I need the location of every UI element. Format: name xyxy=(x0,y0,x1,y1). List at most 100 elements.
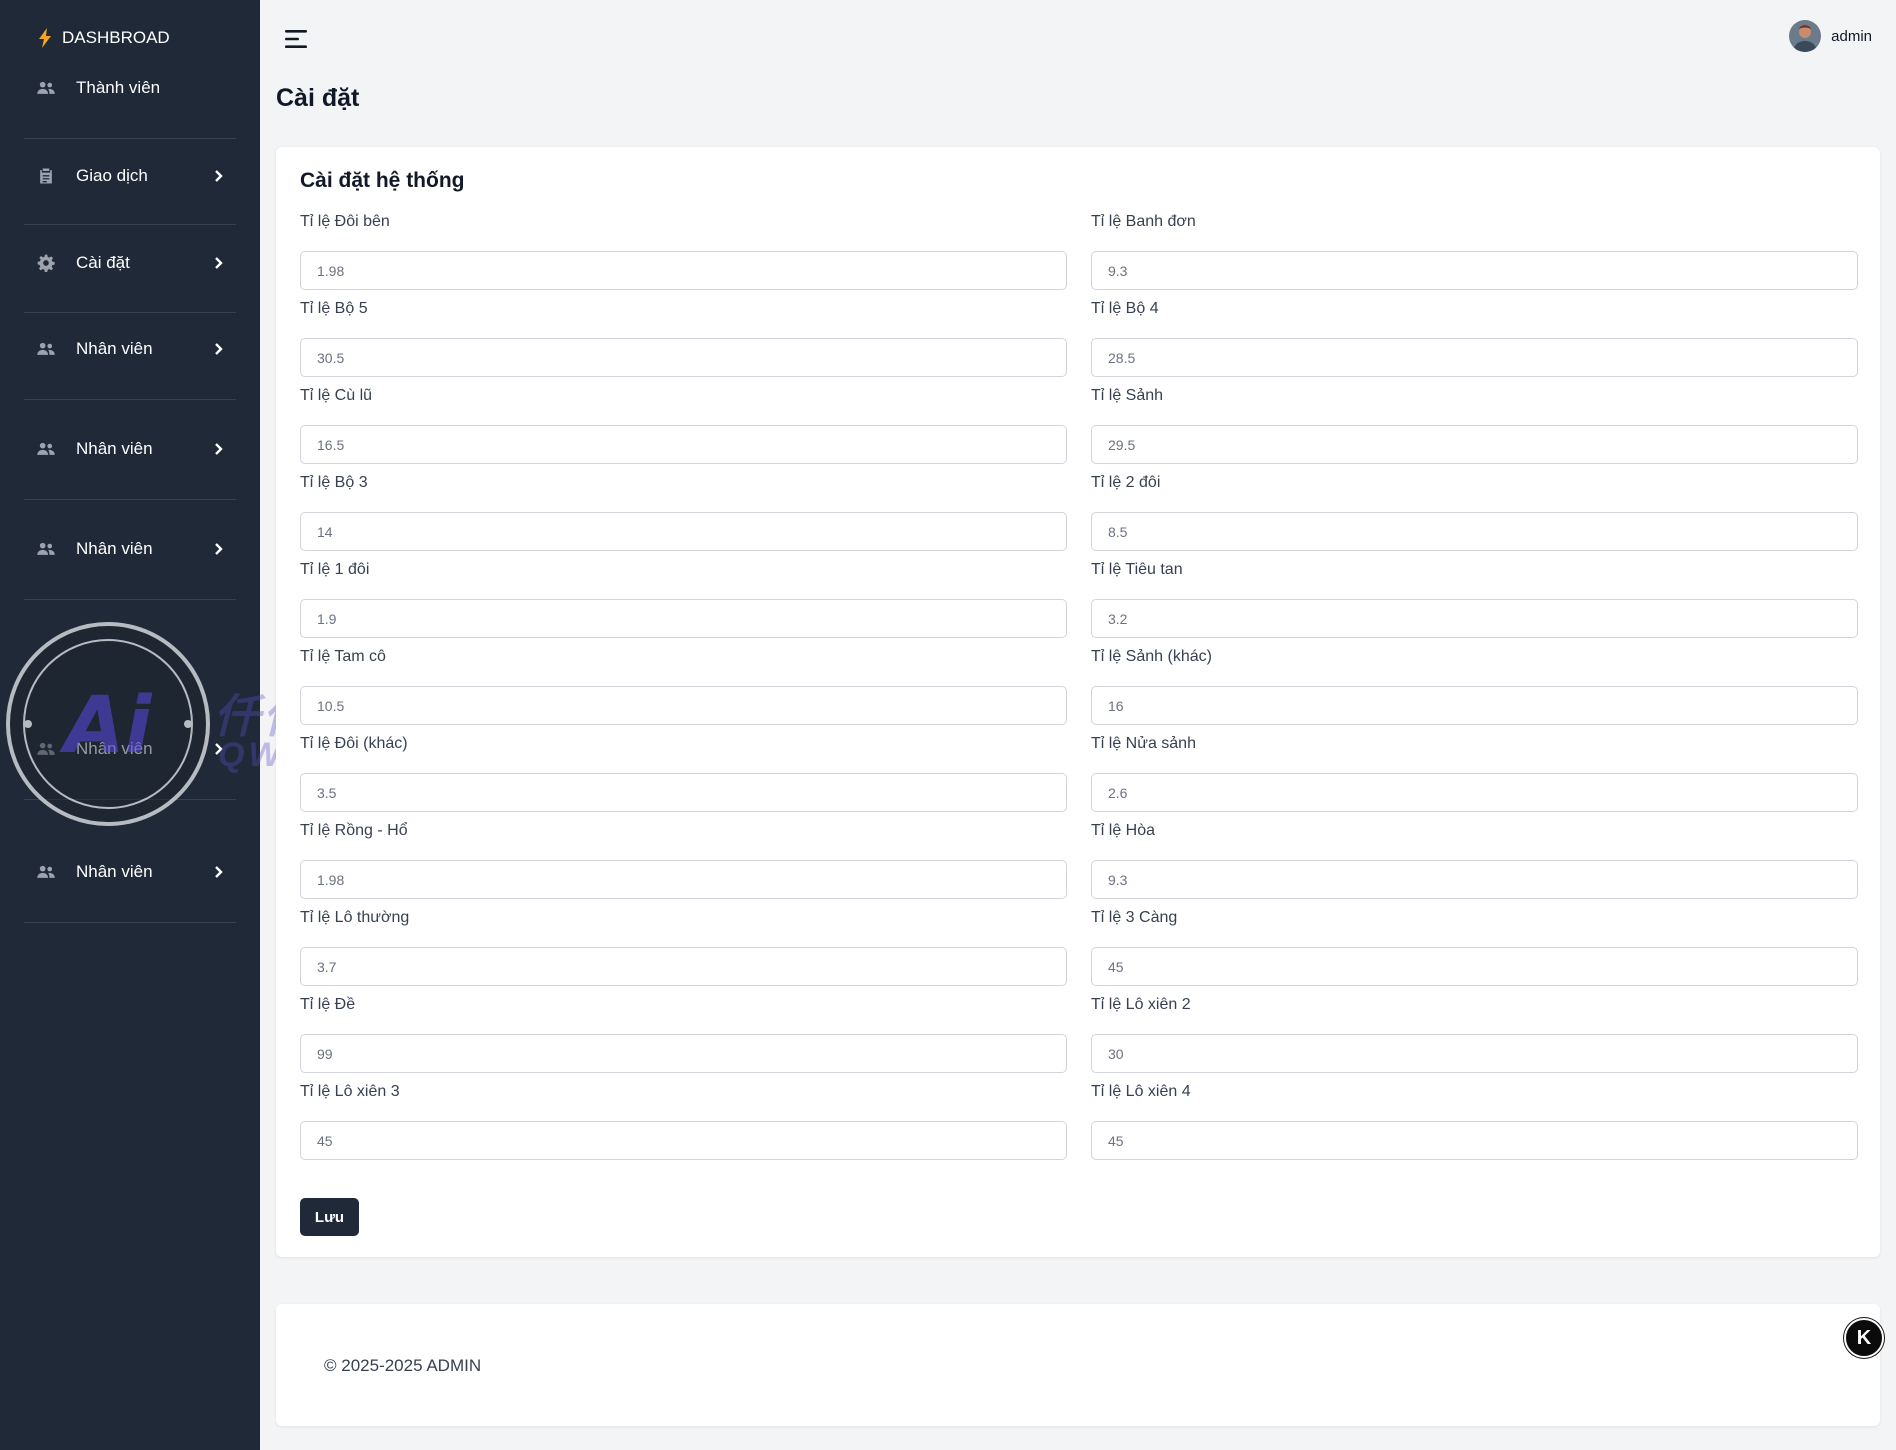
rate-input[interactable] xyxy=(300,860,1067,899)
settings-field: Tỉ lệ Đôi bên xyxy=(300,213,1067,290)
users-icon xyxy=(36,339,56,359)
chevron-right-icon xyxy=(210,864,226,880)
field-label: Tỉ lệ Đề xyxy=(300,996,356,1013)
sidebar-item-label: Thành viên xyxy=(76,78,161,97)
users-icon xyxy=(36,78,56,98)
sidebar-item-staff-1[interactable]: Nhân viên xyxy=(24,337,236,361)
footer-copyright: © 2025-2025 ADMIN xyxy=(324,1356,482,1375)
bolt-icon xyxy=(39,28,51,48)
field-label: Tỉ lệ Đôi bên xyxy=(300,213,390,230)
brand-label: DASHBROAD xyxy=(62,28,170,47)
rate-input[interactable] xyxy=(1091,1034,1858,1073)
rate-input[interactable] xyxy=(1091,512,1858,551)
settings-field: Tỉ lệ Banh đơn xyxy=(1091,213,1858,290)
rate-input[interactable] xyxy=(300,512,1067,551)
gear-icon xyxy=(36,253,56,273)
rate-input[interactable] xyxy=(300,599,1067,638)
settings-field: Tỉ lệ 2 đôi xyxy=(1091,474,1858,551)
settings-field: Tỉ lệ Hòa xyxy=(1091,822,1858,899)
rate-input[interactable] xyxy=(300,1034,1067,1073)
settings-field: Tỉ lệ Đôi (khác) xyxy=(300,735,1067,812)
sidebar-item-staff-5[interactable]: Nhân viên xyxy=(24,860,236,884)
sidebar-item-staff-2[interactable]: Nhân viên xyxy=(24,437,236,461)
rate-input[interactable] xyxy=(300,425,1067,464)
rate-input[interactable] xyxy=(1091,686,1858,725)
rate-input[interactable] xyxy=(1091,860,1858,899)
rate-input[interactable] xyxy=(300,773,1067,812)
users-icon xyxy=(36,739,56,759)
settings-field: Tỉ lệ Lô xiên 4 xyxy=(1091,1083,1858,1160)
settings-field: Tỉ lệ Rồng - Hổ xyxy=(300,822,1067,899)
rate-input[interactable] xyxy=(1091,1121,1858,1160)
field-label: Tỉ lệ 2 đôi xyxy=(1091,474,1161,491)
users-icon xyxy=(36,439,56,459)
rate-input[interactable] xyxy=(300,947,1067,986)
field-label: Tỉ lệ Sảnh xyxy=(1091,387,1164,404)
sidebar: DASHBROAD Thành viên Giao dịch Cài đặt N… xyxy=(0,0,260,1450)
sidebar-item-label: Nhân viên xyxy=(76,539,153,558)
settings-field: Tỉ lệ Lô xiên 3 xyxy=(300,1083,1067,1160)
menu-toggle-button[interactable] xyxy=(284,28,310,50)
clipboard-icon xyxy=(36,166,56,186)
rate-input[interactable] xyxy=(300,251,1067,290)
sidebar-item-staff-4[interactable]: Nhân viên xyxy=(24,737,236,761)
chevron-right-icon xyxy=(210,168,226,184)
settings-field: Tỉ lệ Tam cô xyxy=(300,648,1067,725)
sidebar-divider xyxy=(24,599,236,600)
rate-input[interactable] xyxy=(1091,947,1858,986)
settings-field: Tỉ lệ Bộ 5 xyxy=(300,300,1067,377)
settings-card: Cài đặt hệ thống Tỉ lệ Đôi bên Tỉ lệ Banh… xyxy=(276,147,1880,1257)
sidebar-divider xyxy=(24,224,236,225)
card-title: Cài đặt hệ thống xyxy=(300,169,465,192)
floating-action-button[interactable]: K xyxy=(1844,1318,1884,1358)
field-label: Tỉ lệ Tam cô xyxy=(300,648,386,665)
avatar xyxy=(1789,20,1822,52)
sidebar-divider xyxy=(24,399,236,400)
sidebar-divider xyxy=(24,799,236,800)
sidebar-item-label: Giao dịch xyxy=(76,166,148,185)
settings-field: Tỉ lệ 3 Càng xyxy=(1091,909,1858,986)
sidebar-item-label: Nhân viên xyxy=(76,862,153,881)
field-label: Tỉ lệ Tiêu tan xyxy=(1091,561,1183,578)
page-title: Cài đặt xyxy=(276,84,360,112)
sidebar-divider xyxy=(24,499,236,500)
settings-field: Tỉ lệ Sảnh xyxy=(1091,387,1858,464)
save-button[interactable]: Lưu xyxy=(300,1198,359,1236)
sidebar-item-transactions[interactable]: Giao dịch xyxy=(24,164,236,188)
sidebar-divider xyxy=(24,138,236,139)
user-menu[interactable]: admin xyxy=(1789,20,1872,52)
chevron-right-icon xyxy=(210,255,226,271)
settings-field: Tỉ lệ Tiêu tan xyxy=(1091,561,1858,638)
user-name: admin xyxy=(1831,27,1872,45)
sidebar-item-settings[interactable]: Cài đặt xyxy=(24,251,236,275)
users-icon xyxy=(36,539,56,559)
field-label: Tỉ lệ Bộ 4 xyxy=(1091,300,1159,317)
field-label: Tỉ lệ Sảnh (khác) xyxy=(1091,648,1212,665)
rate-input[interactable] xyxy=(1091,599,1858,638)
field-label: Tỉ lệ Banh đơn xyxy=(1091,213,1196,230)
sidebar-brand[interactable]: DASHBROAD xyxy=(38,28,170,48)
field-label: Tỉ lệ Bộ 3 xyxy=(300,474,368,491)
chevron-right-icon xyxy=(210,541,226,557)
field-label: Tỉ lệ 3 Càng xyxy=(1091,909,1178,926)
users-icon xyxy=(36,862,56,882)
rate-input[interactable] xyxy=(1091,251,1858,290)
settings-field: Tỉ lệ Đề xyxy=(300,996,1067,1073)
sidebar-item-members[interactable]: Thành viên xyxy=(24,76,236,100)
sidebar-divider xyxy=(24,312,236,313)
sidebar-item-label: Nhân viên xyxy=(76,439,153,458)
rate-input[interactable] xyxy=(300,1121,1067,1160)
field-label: Tỉ lệ Lô xiên 2 xyxy=(1091,996,1191,1013)
sidebar-item-label: Nhân viên xyxy=(76,739,153,758)
rate-input[interactable] xyxy=(1091,425,1858,464)
settings-field: Tỉ lệ Lô xiên 2 xyxy=(1091,996,1858,1073)
rate-input[interactable] xyxy=(300,338,1067,377)
rate-input[interactable] xyxy=(300,686,1067,725)
rate-input[interactable] xyxy=(1091,338,1858,377)
sidebar-item-staff-3[interactable]: Nhân viên xyxy=(24,537,236,561)
field-label: Tỉ lệ Cù lũ xyxy=(300,387,373,404)
field-label: Tỉ lệ Đôi (khác) xyxy=(300,735,408,752)
settings-field: Tỉ lệ 1 đôi xyxy=(300,561,1067,638)
settings-field: Tỉ lệ Bộ 4 xyxy=(1091,300,1858,377)
rate-input[interactable] xyxy=(1091,773,1858,812)
